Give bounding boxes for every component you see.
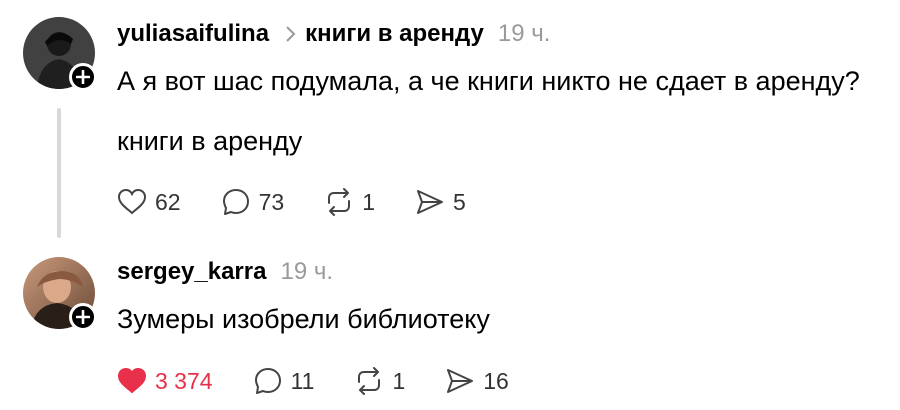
heart-icon <box>117 188 147 215</box>
plus-icon <box>76 70 90 84</box>
thread-line <box>57 108 61 238</box>
speech-bubble-icon <box>254 368 281 394</box>
like-button[interactable]: 62 <box>117 188 181 216</box>
chevron-right-icon <box>285 25 297 43</box>
repost-button[interactable]: 1 <box>354 366 405 396</box>
heart-icon <box>117 367 147 394</box>
avatar-sergey-karra[interactable] <box>23 257 97 331</box>
username[interactable]: yuliasaifulina <box>117 20 269 48</box>
post-text: Зумеры изобрели библиотеку <box>117 304 490 334</box>
post-time: 19 ч. <box>497 20 551 47</box>
repost-arrows-icon <box>328 188 351 216</box>
like-button[interactable]: 3 374 <box>117 367 213 395</box>
comment-button[interactable]: 73 <box>221 187 285 217</box>
topic-tag[interactable]: книги в аренду <box>117 126 302 157</box>
share-button[interactable]: 5 <box>415 188 466 216</box>
comment-count: 11 <box>290 367 315 394</box>
speech-bubble-icon <box>222 189 249 215</box>
topic-link[interactable]: книги в аренду <box>305 20 484 48</box>
post-actions: 62 73 1 5 <box>117 187 506 217</box>
send-arrow-icon <box>447 369 474 393</box>
username[interactable]: sergey_karra <box>117 258 266 286</box>
avatar-yuliasaifulina[interactable] <box>23 17 97 91</box>
post-header: yuliasaifulina книги в аренду 19 ч. <box>117 20 550 48</box>
like-count: 62 <box>155 188 181 215</box>
post-time: 19 ч. <box>280 258 334 285</box>
comment-button[interactable]: 11 <box>253 366 315 396</box>
repost-count: 1 <box>392 367 406 394</box>
follow-button[interactable] <box>69 63 97 91</box>
share-count: 5 <box>452 188 466 215</box>
post-header: sergey_karra 19 ч. <box>117 258 333 286</box>
post-text: А я вот шас подумала, а че книги никто н… <box>117 66 860 96</box>
share-button[interactable]: 16 <box>445 367 509 395</box>
repost-count: 1 <box>362 188 375 215</box>
send-arrow-icon <box>416 190 443 214</box>
plus-icon <box>76 310 90 324</box>
repost-arrows-icon <box>358 367 381 395</box>
post-actions: 3 374 11 1 16 <box>117 366 549 396</box>
share-count: 16 <box>483 367 509 394</box>
follow-button[interactable] <box>69 303 97 331</box>
like-count: 3 374 <box>155 367 213 394</box>
repost-button[interactable]: 1 <box>324 187 375 217</box>
comment-count: 73 <box>258 188 285 215</box>
